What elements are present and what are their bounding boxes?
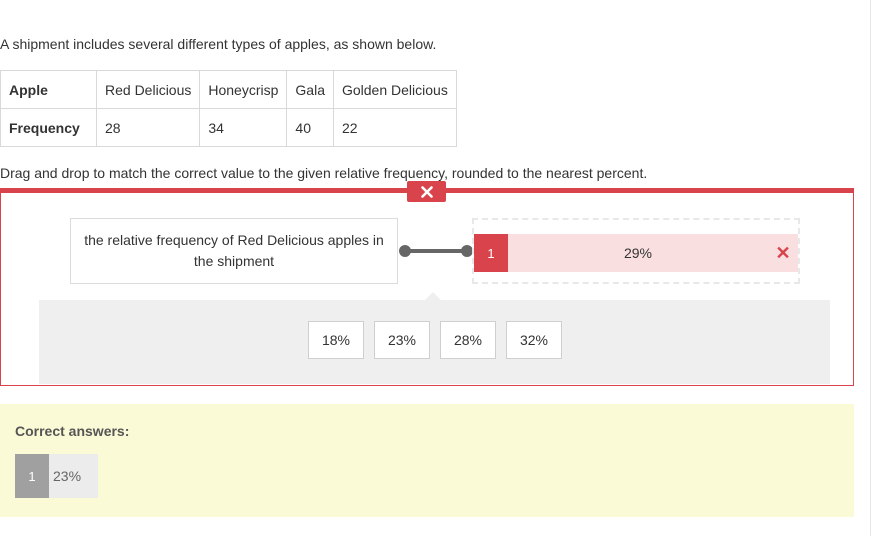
table-cell: 34 — [199, 108, 288, 147]
placed-answer[interactable]: 1 29% ✕ — [474, 234, 798, 272]
table-column-header: Honeycrisp — [199, 70, 288, 109]
intro-text: A shipment includes several different ty… — [0, 36, 437, 52]
table-cell: 40 — [286, 108, 334, 147]
correct-answer-chip: 1 23% — [15, 454, 98, 498]
drop-zone[interactable]: 1 29% ✕ — [472, 218, 800, 284]
correct-answers-label: Correct answers: — [15, 423, 130, 439]
table-column-header: Red Delicious — [95, 70, 201, 109]
table-row-label: Frequency — [0, 108, 97, 147]
close-button[interactable] — [407, 181, 446, 202]
match-connector — [399, 245, 473, 257]
instructions-text: Drag and drop to match the correct value… — [0, 165, 648, 181]
table-header-label: Apple — [0, 70, 97, 109]
prompt-card: the relative frequency of Red Delicious … — [70, 218, 398, 284]
question-panel: the relative frequency of Red Delicious … — [0, 188, 854, 386]
prompt-text: the relative frequency of Red Delicious … — [84, 232, 384, 269]
table-column-header: Golden Delicious — [332, 70, 457, 109]
table-row: Frequency 28 34 40 22 — [0, 108, 457, 147]
table-cell: 22 — [332, 108, 457, 147]
incorrect-mark-icon: ✕ — [775, 242, 791, 263]
correct-answer-number: 1 — [15, 454, 49, 498]
options-pool: 18% 23% 28% 32% — [39, 292, 830, 384]
pool-pointer — [425, 292, 441, 300]
connector-line — [405, 249, 467, 253]
options-list: 18% 23% 28% 32% — [308, 321, 562, 359]
correct-answers-panel: Correct answers: 1 23% — [0, 404, 854, 517]
table-column-header: Gala — [286, 70, 334, 109]
table-row: Apple Red Delicious Honeycrisp Gala Gold… — [0, 70, 457, 109]
table-cell: 28 — [95, 108, 201, 147]
option-chip[interactable]: 18% — [308, 321, 364, 359]
correct-answer-value: 23% — [49, 454, 98, 498]
frequency-table: Apple Red Delicious Honeycrisp Gala Gold… — [0, 70, 457, 147]
connector-dot-left[interactable] — [399, 245, 411, 257]
answer-number-badge: 1 — [474, 234, 508, 272]
option-chip[interactable]: 28% — [440, 321, 496, 359]
option-chip[interactable]: 23% — [374, 321, 430, 359]
answer-value: 29% — [623, 245, 653, 261]
option-chip[interactable]: 32% — [506, 321, 562, 359]
close-icon — [420, 185, 433, 198]
